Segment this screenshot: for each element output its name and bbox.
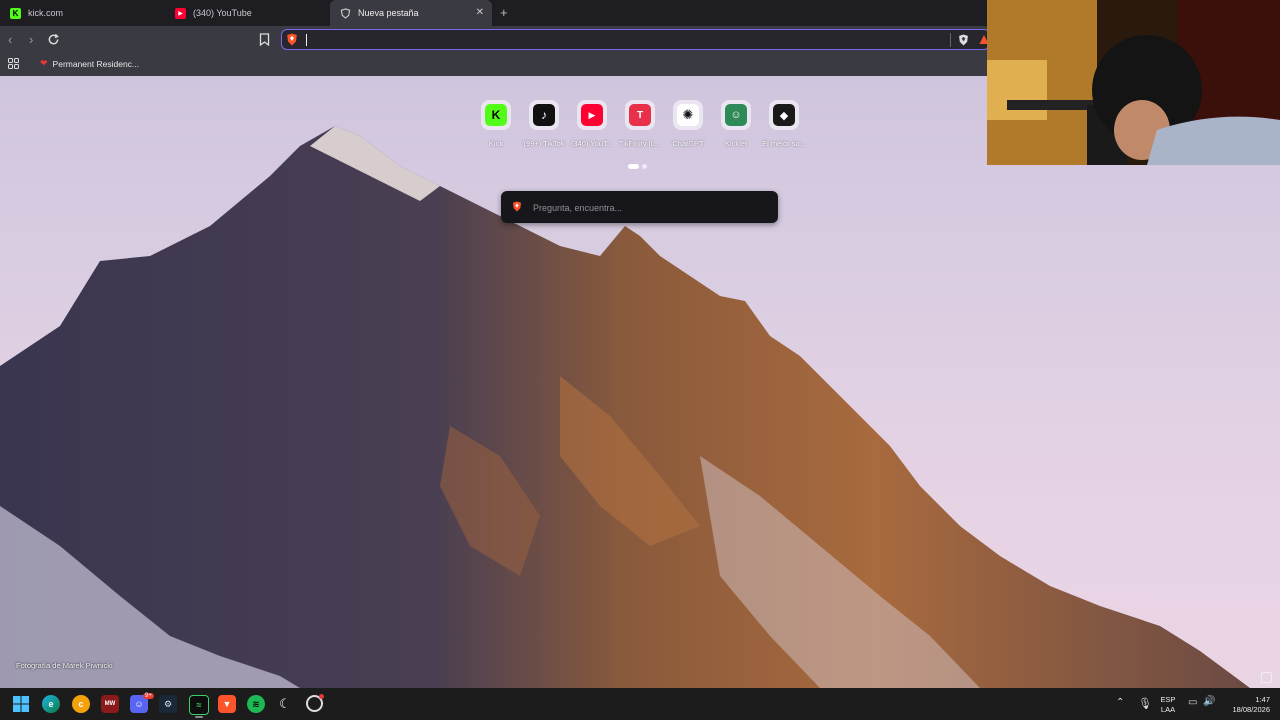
top-site-label: Kick	[488, 139, 504, 148]
shield-icon: ◆	[773, 104, 795, 126]
windows-start-icon[interactable]	[13, 696, 29, 712]
volume-icon[interactable]: 🔊	[1203, 696, 1215, 707]
apps-grid-icon[interactable]	[8, 58, 19, 69]
page-dot[interactable]	[642, 164, 647, 169]
webcam-feed-image	[987, 0, 1280, 165]
brave-logo-icon	[513, 201, 521, 212]
tab-title: Nueva pestaña	[358, 8, 419, 18]
top-sites-pagination	[628, 164, 647, 169]
brave-icon[interactable]: ▼	[218, 695, 236, 713]
clock-date: 18/08/2026	[1232, 705, 1270, 714]
tab-strip: K kick.com ▶ (340) YouTube Nueva pestaña…	[0, 0, 990, 26]
kick-icon: K	[10, 7, 21, 19]
bookmarks-bar: ❤ Permanent Residenc...	[0, 53, 990, 77]
top-site-tikfinity[interactable]: T TikFinity [L...	[617, 100, 663, 148]
address-bar-divider	[950, 33, 951, 47]
kick-icon: K	[485, 104, 507, 126]
back-button[interactable]: ‹	[8, 32, 12, 47]
clock[interactable]: 1:47 18/08/2026	[1222, 695, 1270, 715]
brave-shields-icon[interactable]	[958, 34, 969, 46]
tab-new-tab[interactable]: Nueva pestaña ✕	[330, 0, 492, 26]
language-indicator[interactable]: ESP LAA	[1157, 695, 1179, 715]
active-app-indicator	[195, 716, 203, 718]
customize-icon[interactable]	[1261, 672, 1272, 683]
address-input[interactable]	[308, 32, 928, 48]
top-site-kick[interactable]: K Kick	[473, 100, 519, 148]
crunchyroll-icon[interactable]: c	[72, 695, 90, 713]
top-site-tiktok[interactable]: ♪ (99+) TikTok	[521, 100, 567, 148]
bookmark-permanent-residence[interactable]: ❤ Permanent Residenc...	[40, 58, 139, 69]
top-site-label: ChatGPT	[672, 139, 704, 148]
brave-shield-icon	[340, 7, 351, 19]
spotify-icon[interactable]: ≋	[247, 695, 265, 713]
tab-youtube[interactable]: ▶ (340) YouTube	[165, 0, 330, 26]
top-site-label: El mejor so...	[762, 139, 806, 148]
forward-button[interactable]: ›	[29, 32, 33, 47]
tiktok-icon: ♪	[533, 104, 555, 126]
alert-dot	[319, 694, 324, 699]
streaming-app-icon[interactable]: ≈	[189, 695, 209, 715]
close-tab-icon[interactable]: ✕	[476, 7, 484, 18]
new-tab-page: K Kick ♪ (99+) TikTok ▶ (340) YouT... T …	[0, 76, 1280, 688]
chatgpt-icon: ✺	[677, 104, 699, 126]
page-dot-active[interactable]	[628, 164, 639, 169]
language-code: ESP	[1160, 695, 1176, 704]
top-site-label: (99+) TikTok	[523, 139, 565, 148]
youtube-icon: ▶	[581, 104, 603, 126]
tikfinity-icon: T	[629, 104, 651, 126]
top-site-label: TikFinity [L...	[618, 139, 662, 148]
top-site-chatgpt[interactable]: ✺ ChatGPT	[665, 100, 711, 148]
bookmark-label: Permanent Residenc...	[52, 58, 140, 69]
microphone-icon[interactable]: 🎙	[1138, 697, 1152, 710]
chevron-up-icon[interactable]: ⌃	[1116, 697, 1124, 708]
taskbar: e c MW ☺ 9+ ⚙ ≈ ▼ ≋ ☾ ⌃ 🎙 ESP LAA ▭ 🔊 1:…	[0, 688, 1280, 720]
tab-title: (340) YouTube	[193, 8, 252, 18]
top-site-label: Kicklet	[724, 139, 748, 148]
notification-badge: 9+	[143, 693, 154, 699]
address-bar[interactable]	[281, 29, 990, 50]
edge-icon[interactable]: e	[42, 695, 60, 713]
network-icon[interactable]: ▭	[1188, 697, 1197, 708]
mobile-game-icon[interactable]: MW	[101, 695, 119, 713]
search-input[interactable]	[531, 199, 770, 217]
search-box[interactable]	[501, 191, 778, 223]
top-site-label: (340) YouT...	[570, 139, 614, 148]
steam-icon[interactable]: ⚙	[159, 695, 177, 713]
tab-kick[interactable]: K kick.com	[0, 0, 165, 26]
new-tab-button[interactable]: +	[500, 5, 508, 20]
top-site-kicklet[interactable]: ☺ Kicklet	[713, 100, 759, 148]
clock-time: 1:47	[1255, 695, 1270, 704]
bookmark-favicon: ❤	[40, 58, 48, 68]
brave-logo-icon	[287, 33, 297, 46]
top-site-youtube[interactable]: ▶ (340) YouT...	[569, 100, 615, 148]
language-layout: LAA	[1160, 705, 1176, 714]
photo-credit[interactable]: Fotografía de Marek Piwnicki	[16, 661, 113, 670]
top-site-el-mejor[interactable]: ◆ El mejor so...	[761, 100, 807, 148]
tab-title: kick.com	[28, 8, 64, 18]
reload-icon[interactable]	[47, 33, 60, 46]
controller-icon[interactable]: ☾	[276, 695, 294, 713]
webcam-overlay	[987, 0, 1280, 165]
bookmark-icon[interactable]	[259, 33, 270, 46]
kicklet-icon: ☺	[725, 104, 747, 126]
text-cursor	[306, 34, 307, 46]
youtube-icon: ▶	[175, 7, 186, 19]
